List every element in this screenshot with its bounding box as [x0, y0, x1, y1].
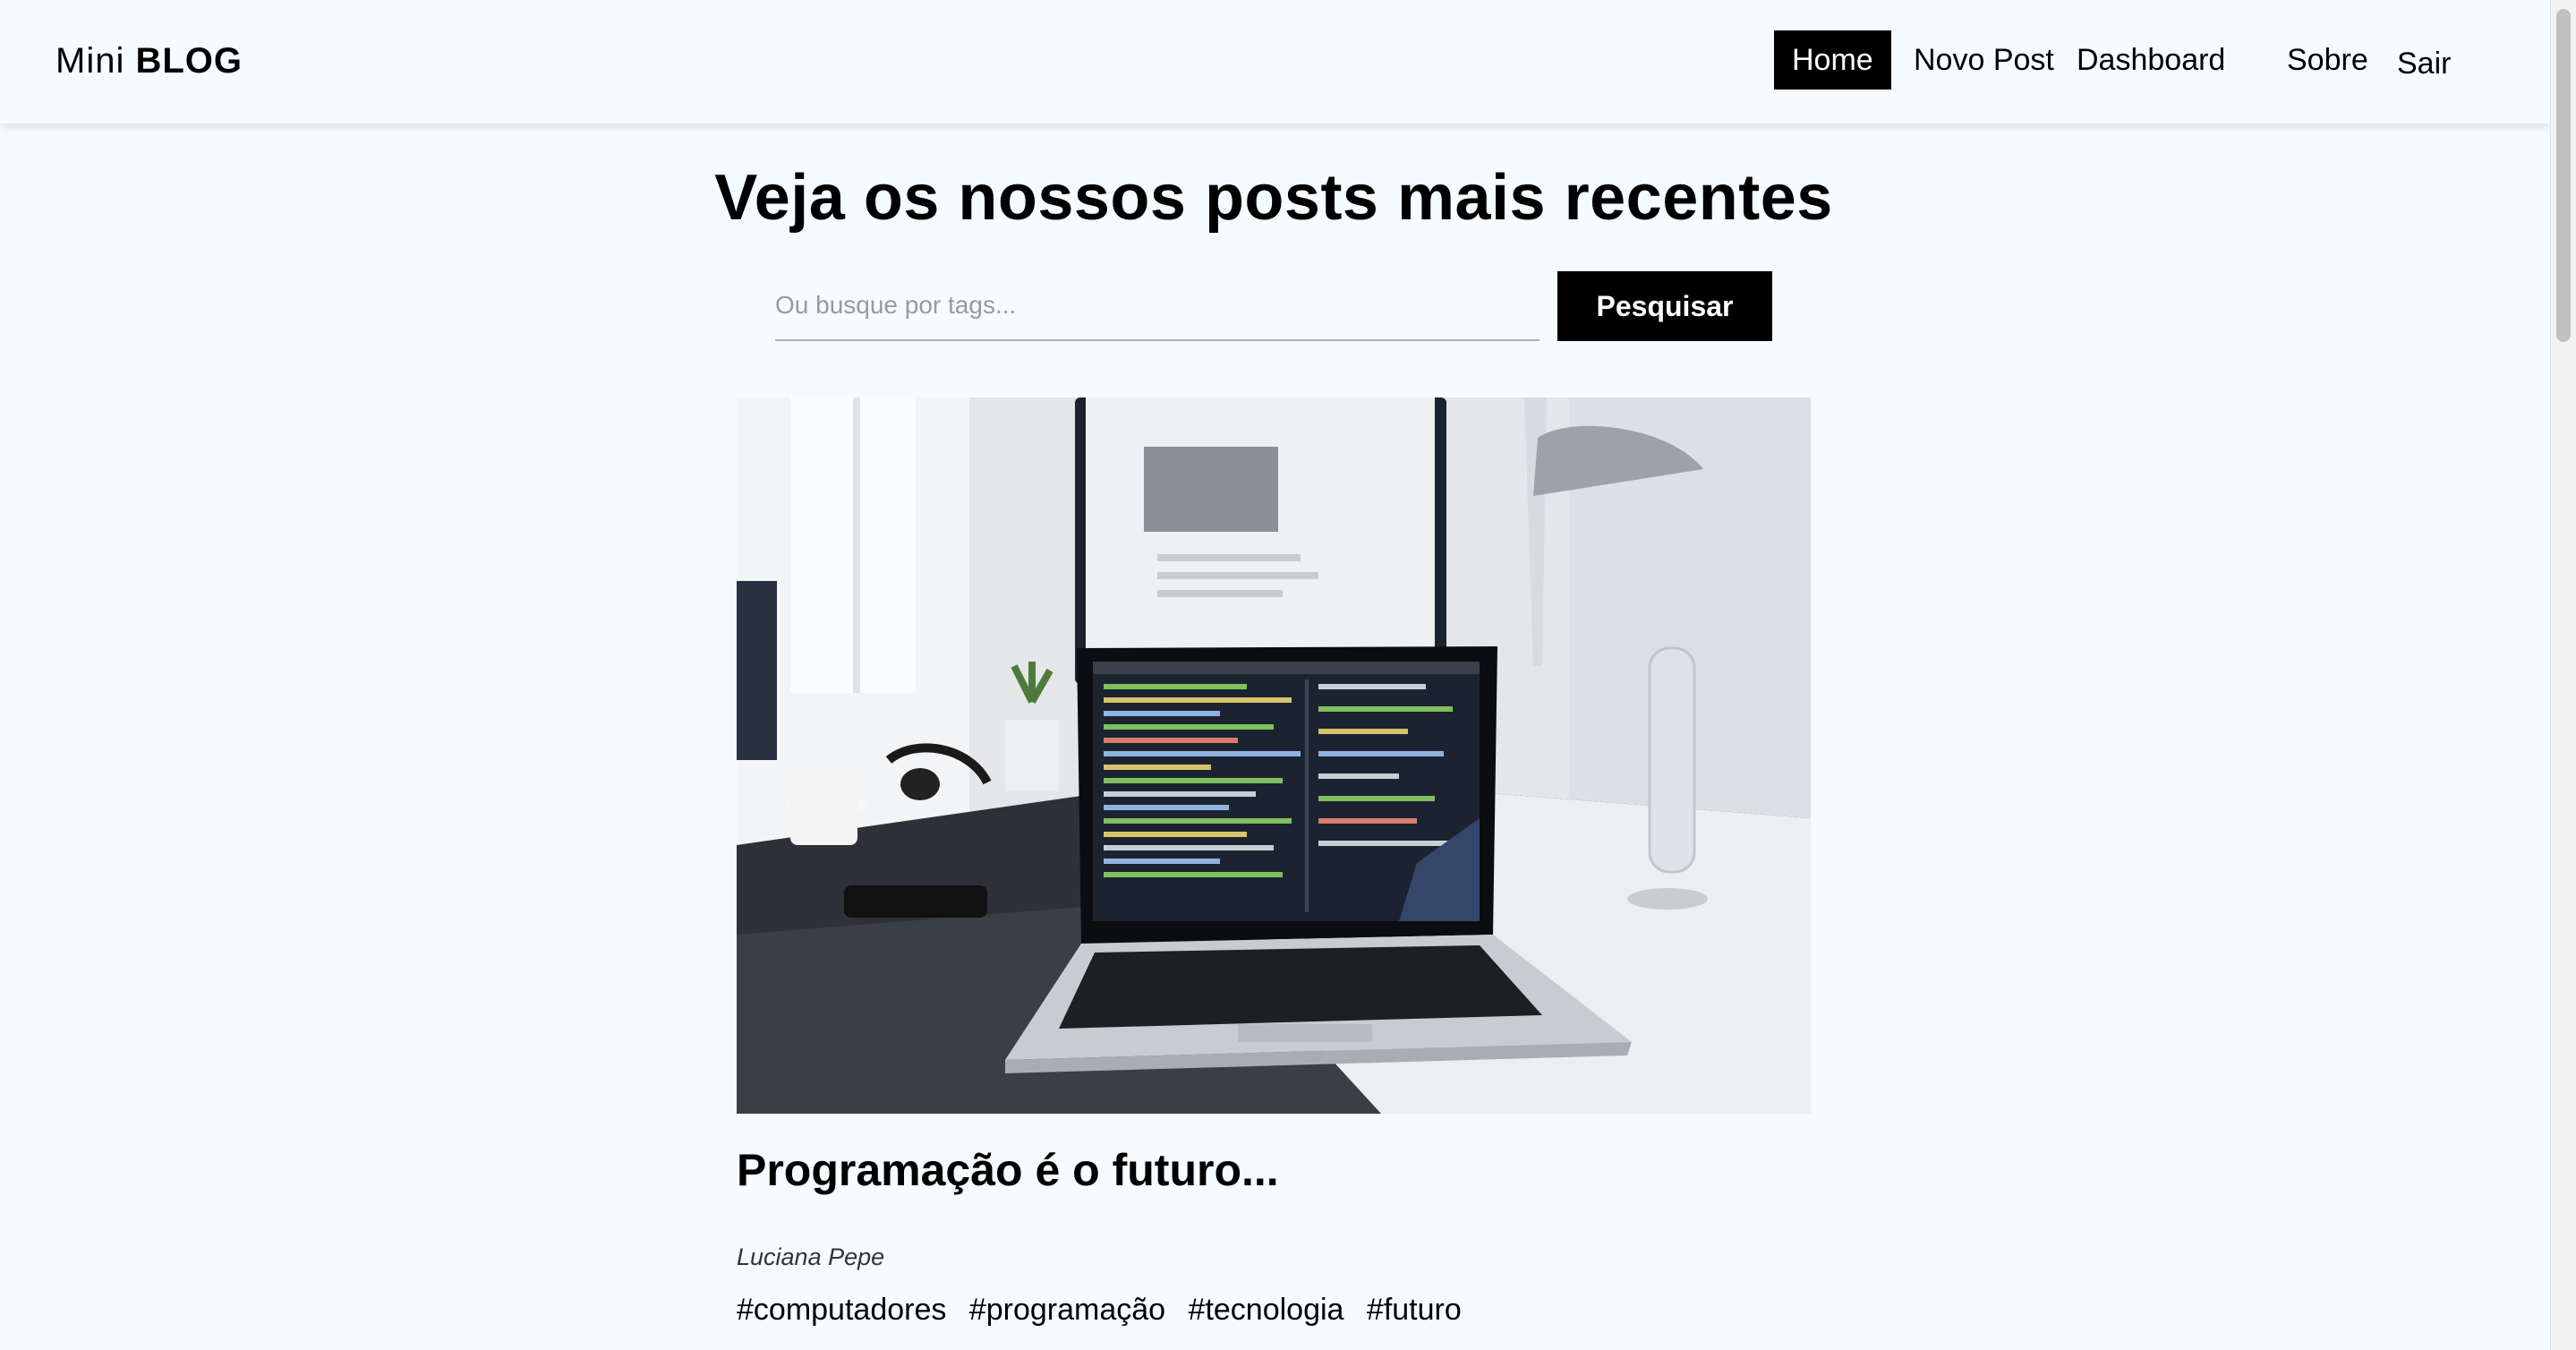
desk-laptop-photo: [737, 397, 1811, 1114]
brand-logo[interactable]: Mini BLOG: [55, 36, 243, 86]
search-form: Pesquisar: [775, 271, 1774, 343]
brand-strong: BLOG: [135, 41, 243, 81]
nav-link-home[interactable]: Home: [1774, 30, 1891, 90]
page-title: Veja os nossos posts mais recentes: [714, 162, 1833, 234]
post-card: Programação é o futuro... Luciana Pepe #…: [737, 397, 1811, 1327]
nav-link-about[interactable]: Sobre: [2269, 30, 2386, 90]
search-input[interactable]: [775, 271, 1540, 341]
post-title: Programação é o futuro...: [737, 1145, 1279, 1195]
scrollbar-thumb[interactable]: [2556, 9, 2571, 342]
scrollbar[interactable]: [2550, 0, 2576, 1350]
post-tag: #computadores: [737, 1293, 947, 1327]
brand-prefix: Mini: [55, 41, 125, 81]
post-tags: #computadores #programação #tecnologia #…: [737, 1293, 1476, 1328]
logout-button[interactable]: Sair: [2379, 34, 2469, 93]
search-button[interactable]: Pesquisar: [1557, 271, 1772, 341]
post-tag: #futuro: [1366, 1293, 1462, 1327]
post-tag: #programação: [968, 1293, 1166, 1327]
main-content: Veja os nossos posts mais recentes Pesqu…: [0, 124, 2551, 1350]
navbar: Mini BLOG Home Novo Post Dashboard Sobre…: [0, 0, 2551, 124]
nav-links: Home Novo Post Dashboard Sobre Sair: [1774, 30, 2551, 90]
post-tag: #tecnologia: [1188, 1293, 1344, 1327]
nav-link-dashboard[interactable]: Dashboard: [2059, 30, 2243, 90]
nav-link-new-post[interactable]: Novo Post: [1896, 30, 2072, 90]
post-image[interactable]: [737, 397, 1811, 1114]
post-author: Luciana Pepe: [737, 1243, 885, 1270]
